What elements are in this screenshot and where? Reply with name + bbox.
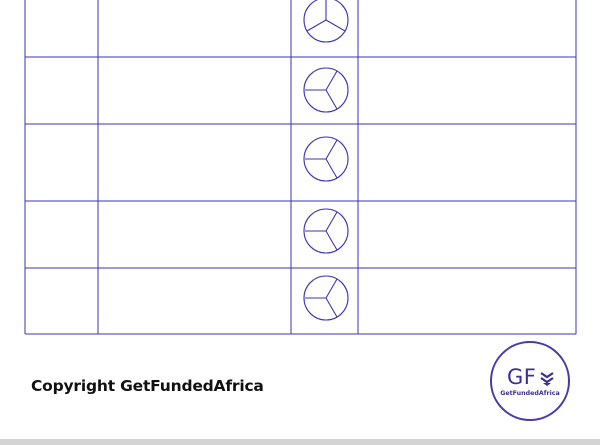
logo-wordmark: GetFundedAfrica bbox=[500, 390, 560, 397]
pie-chart-icon bbox=[303, 275, 349, 321]
pie-chart-icon bbox=[303, 67, 349, 113]
layered-chevron-icon bbox=[540, 372, 554, 386]
pie-chart-icon bbox=[303, 136, 349, 182]
page-bottom-edge bbox=[0, 439, 600, 445]
pie-chart-icon bbox=[303, 208, 349, 254]
getfundedafrica-logo: GF GetFundedAfrica bbox=[490, 341, 570, 421]
document-page: Copyright GetFundedAfrica GF GetFundedAf… bbox=[0, 0, 600, 445]
tracking-table bbox=[24, 0, 577, 335]
copyright-text: Copyright GetFundedAfrica bbox=[31, 377, 264, 395]
pie-chart-icon bbox=[303, 0, 349, 43]
logo-mark: GF bbox=[507, 365, 537, 389]
